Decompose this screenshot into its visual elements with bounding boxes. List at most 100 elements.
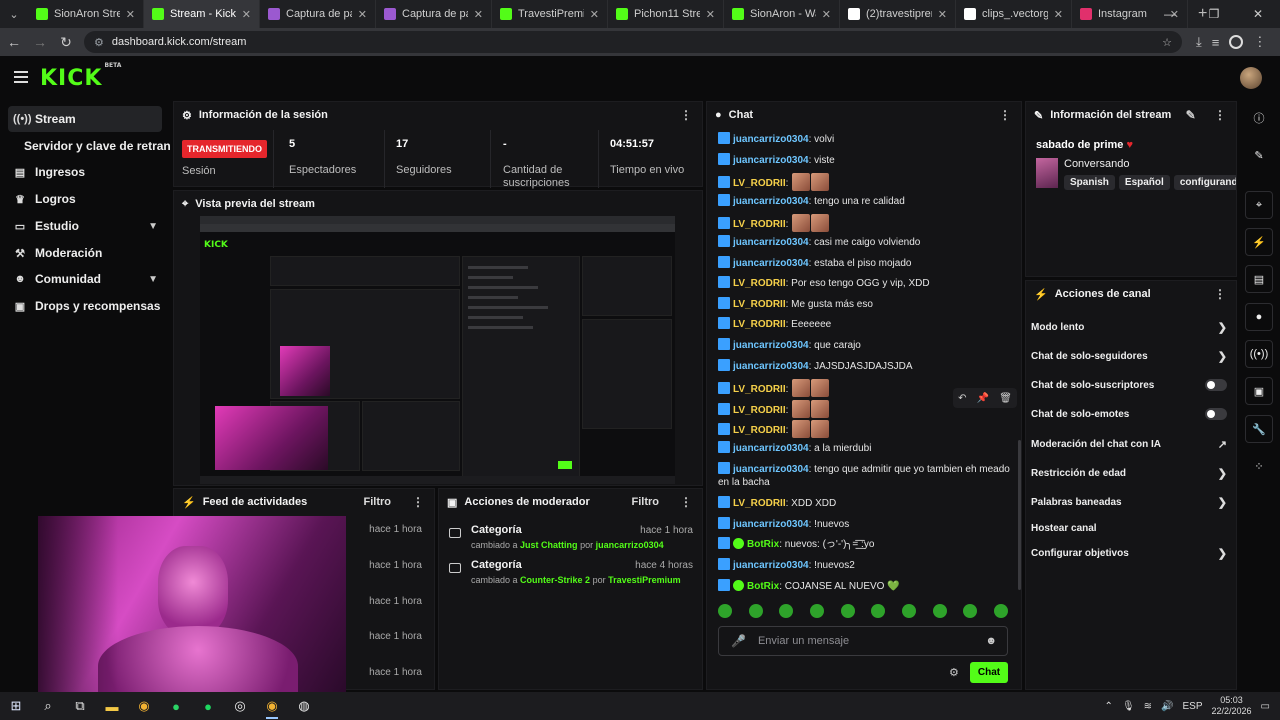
- browser-tab[interactable]: SionAron Stream ✕: [28, 0, 144, 28]
- chat-username[interactable]: juancarrizo0304: [733, 155, 809, 166]
- emote-button[interactable]: [871, 604, 886, 618]
- feed-filter-button[interactable]: Filtro: [364, 496, 392, 508]
- reload-icon[interactable]: ↻: [54, 30, 78, 54]
- chat-message[interactable]: BotRix: COJANSE AL NUEVO 💚: [718, 578, 1014, 593]
- chat-message[interactable]: LV_RODRII:: [718, 173, 1014, 192]
- sidebar-item-stream[interactable]: ((•)) Stream: [8, 106, 162, 132]
- user-avatar[interactable]: [1240, 67, 1262, 89]
- chat-message[interactable]: BotRix: nuevos: (っ'-')╮=͟͟͞͞ :yo: [718, 537, 1014, 551]
- search-icon[interactable]: ⌕: [32, 692, 64, 720]
- chat-username[interactable]: juancarrizo0304: [733, 134, 809, 145]
- action-host-channel[interactable]: Hostear canal: [1031, 521, 1227, 535]
- action-subscribers-only[interactable]: Chat de solo-suscriptores: [1031, 378, 1227, 392]
- sidebar-item-comunidad[interactable]: ☻ Comunidad ▼: [8, 266, 162, 292]
- chat-username[interactable]: LV_RODRII: [733, 405, 786, 416]
- clock[interactable]: 05:03 22/2/2026: [1212, 695, 1252, 717]
- sidebar-item-drops[interactable]: ▣ Drops y recompensas: [8, 293, 162, 319]
- apps-icon[interactable]: ⁘: [1245, 452, 1273, 480]
- browser-tab[interactable]: clips_.vectorgas ✕: [956, 0, 1072, 28]
- action-followers-only[interactable]: Chat de solo-seguidores ❯: [1031, 349, 1227, 363]
- chat-message[interactable]: juancarrizo0304: tengo una re calidad: [718, 193, 1014, 208]
- action-age-restriction[interactable]: Restricción de edad ❯: [1031, 466, 1227, 480]
- emote-button[interactable]: [840, 604, 855, 618]
- chat-message[interactable]: juancarrizo0304: a la mierdubi: [718, 441, 1014, 455]
- broadcast-icon[interactable]: ((•)): [1245, 340, 1273, 368]
- chat-message[interactable]: juancarrizo0304: viste: [718, 152, 1014, 167]
- close-tab-icon[interactable]: ✕: [474, 8, 483, 21]
- emotes-only-toggle[interactable]: [1205, 408, 1227, 420]
- chat-username[interactable]: BotRix: [747, 539, 779, 550]
- undo-icon[interactable]: ↶: [958, 393, 966, 404]
- close-tab-icon[interactable]: ✕: [126, 8, 135, 21]
- chat-username[interactable]: LV_RODRII: [733, 178, 786, 189]
- kebab-menu-icon[interactable]: ⋮: [1214, 287, 1226, 301]
- kick-logo[interactable]: KICKBETA: [40, 62, 121, 91]
- bookmark-star-icon[interactable]: ☆: [1162, 36, 1172, 49]
- close-tab-icon[interactable]: ✕: [358, 8, 367, 21]
- pencil-icon[interactable]: ✎: [1245, 141, 1273, 169]
- forward-icon[interactable]: →: [28, 30, 52, 54]
- maximize-icon[interactable]: ❐: [1192, 0, 1236, 28]
- chat-username[interactable]: juancarrizo0304: [733, 443, 809, 454]
- chrome-icon[interactable]: ◉: [128, 692, 160, 720]
- browser-menu-icon[interactable]: ⋮: [1253, 34, 1266, 50]
- sidebar-item-estudio[interactable]: ▭ Estudio ▼: [8, 213, 162, 239]
- chat-username[interactable]: juancarrizo0304: [733, 519, 809, 530]
- mic-tray-icon[interactable]: 🎙: [1122, 701, 1135, 712]
- chat-message[interactable]: juancarrizo0304: volvi: [718, 132, 1014, 146]
- chat-message[interactable]: juancarrizo0304: estaba el piso mojado: [718, 255, 1014, 270]
- chat-username[interactable]: LV_RODRII: [733, 278, 786, 289]
- emote-button[interactable]: [718, 604, 732, 618]
- profile-icon[interactable]: [1229, 35, 1244, 49]
- chat-username[interactable]: juancarrizo0304: [733, 560, 809, 571]
- sidebar-item-stream-key[interactable]: Servidor y clave de retransm: [24, 139, 170, 153]
- close-tab-icon[interactable]: ✕: [706, 8, 715, 21]
- notifications-icon[interactable]: ▭: [1261, 701, 1270, 712]
- sidebar-item-logros[interactable]: ♛ Logros: [8, 186, 162, 212]
- browser-tab[interactable]: Captura de panta ✕: [376, 0, 492, 28]
- browser-tab[interactable]: Stream - Kick Da ✕: [144, 0, 260, 28]
- edit-icon[interactable]: ✎: [1186, 108, 1196, 122]
- chat-scrollbar[interactable]: [1018, 440, 1021, 590]
- lightning-icon[interactable]: ⚡: [1245, 228, 1273, 256]
- action-ai-moderation[interactable]: Moderación del chat con IA ↗: [1031, 437, 1227, 451]
- chat-username[interactable]: LV_RODRII: [733, 498, 786, 509]
- action-configure-goals[interactable]: Configurar objetivos ❯: [1031, 546, 1227, 560]
- chat-message[interactable]: LV_RODRII: Me gusta más eso: [718, 296, 1014, 311]
- chat-settings-gear-icon[interactable]: ⚙: [949, 666, 959, 679]
- emoji-picker-icon[interactable]: ☻: [985, 635, 997, 647]
- close-tab-icon[interactable]: ✕: [938, 8, 947, 21]
- sidebar-item-moderacion[interactable]: ⚒ Moderación: [8, 240, 162, 266]
- hamburger-menu-icon[interactable]: [14, 71, 28, 86]
- mod-filter-button[interactable]: Filtro: [632, 496, 660, 508]
- volume-icon[interactable]: 🔊: [1161, 701, 1173, 712]
- close-tab-icon[interactable]: ✕: [242, 8, 251, 21]
- chat-icon[interactable]: ●: [1245, 303, 1273, 331]
- info-icon[interactable]: ⓘ: [1245, 104, 1273, 132]
- chat-username[interactable]: juancarrizo0304: [733, 340, 809, 351]
- chat-message[interactable]: LV_RODRII:: [718, 420, 1014, 439]
- chat-message[interactable]: LV_RODRII: XDD XDD: [718, 496, 1014, 510]
- chat-username[interactable]: juancarrizo0304: [733, 196, 809, 207]
- close-tab-icon[interactable]: ✕: [1054, 8, 1063, 21]
- spotify-icon[interactable]: ●: [192, 692, 224, 720]
- action-slow-mode[interactable]: Modo lento ❯: [1031, 320, 1227, 334]
- chat-username[interactable]: LV_RODRII: [733, 425, 786, 436]
- chat-message[interactable]: LV_RODRII:: [718, 214, 1014, 233]
- task-view-icon[interactable]: ⧉: [64, 692, 96, 720]
- browser-tab[interactable]: Captura de panta ✕: [260, 0, 376, 28]
- kebab-menu-icon[interactable]: ⋮: [680, 495, 692, 509]
- send-chat-button[interactable]: Chat: [970, 662, 1008, 683]
- minimize-icon[interactable]: —: [1148, 0, 1192, 28]
- chat-username[interactable]: juancarrizo0304: [733, 237, 809, 248]
- chat-message[interactable]: juancarrizo0304: JAJSDJASJDAJSJDA: [718, 358, 1014, 373]
- wrench-icon[interactable]: 🔧: [1245, 415, 1273, 443]
- document-icon[interactable]: ▤: [1245, 265, 1273, 293]
- browser-tab[interactable]: (2)travestipremiu ✕: [840, 0, 956, 28]
- chat-username[interactable]: BotRix: [747, 581, 779, 592]
- emote-button[interactable]: [779, 604, 794, 618]
- chat-username[interactable]: juancarrizo0304: [733, 361, 809, 372]
- stream-preview-video[interactable]: KICK: [200, 216, 675, 484]
- close-tab-icon[interactable]: ✕: [822, 8, 831, 21]
- close-window-icon[interactable]: ✕: [1236, 0, 1280, 28]
